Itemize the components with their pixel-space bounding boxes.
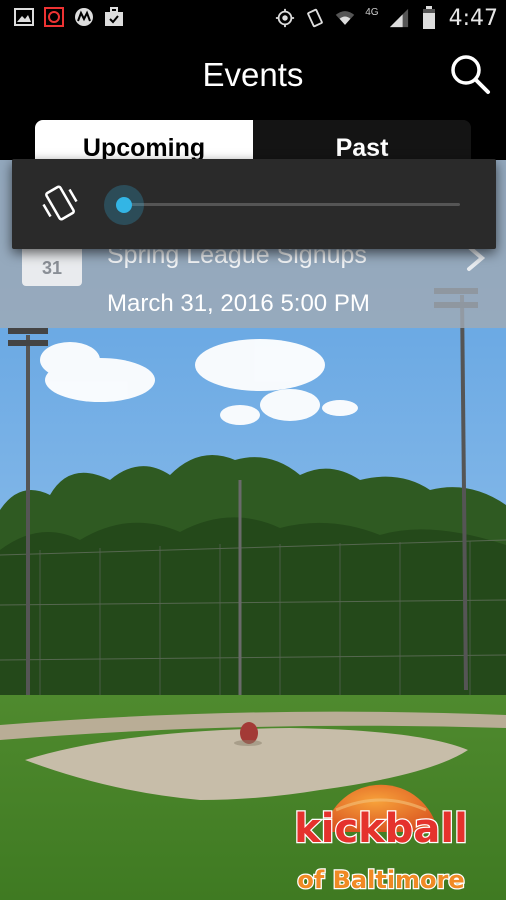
network-type-label: 4G — [365, 6, 379, 18]
wifi-icon — [335, 8, 355, 28]
volume-slider-thumb-dot — [116, 197, 132, 213]
logo-kickball-text: kickball — [294, 806, 468, 852]
logo-baltimore-text: of Baltimore — [297, 866, 464, 894]
kickball-of-baltimore-logo: kickball of Baltimore — [276, 770, 486, 896]
status-time: 4:47 — [448, 5, 498, 31]
location-icon — [275, 8, 295, 28]
search-button[interactable] — [448, 52, 492, 96]
event-date-badge: 31 — [22, 244, 82, 286]
briefcase-icon — [104, 7, 124, 27]
page-title: Events — [202, 56, 304, 93]
vibrate-status-icon — [305, 8, 325, 28]
battery-icon — [419, 6, 439, 29]
status-bar: 4G 4:47 — [0, 0, 506, 36]
vibrate-icon[interactable] — [40, 182, 80, 224]
signal-icon — [389, 8, 409, 28]
search-icon — [451, 55, 490, 94]
volume-dialog — [12, 159, 496, 249]
volume-slider-thumb[interactable] — [104, 185, 144, 225]
image-icon — [14, 7, 34, 27]
volume-slider-track[interactable] — [124, 203, 460, 206]
app-header: Events — [0, 36, 506, 120]
motorola-icon — [74, 7, 94, 27]
event-datetime: March 31, 2016 5:00 PM — [107, 290, 370, 317]
app-notification-icon — [44, 7, 64, 27]
